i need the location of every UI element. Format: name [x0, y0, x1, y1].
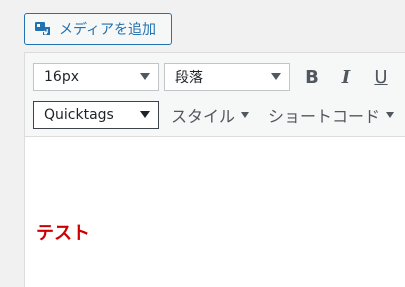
- chevron-down-icon: [241, 112, 250, 118]
- quicktags-select[interactable]: Quicktags: [33, 101, 159, 129]
- underline-button[interactable]: U: [367, 63, 395, 91]
- style-menu[interactable]: スタイル: [171, 101, 250, 129]
- format-value: 段落: [175, 70, 203, 86]
- quicktags-value: Quicktags: [44, 107, 114, 123]
- chevron-down-icon: [140, 73, 150, 80]
- underline-label: U: [374, 66, 388, 88]
- media-icon: [33, 19, 53, 39]
- add-media-label: メディアを追加: [59, 22, 157, 38]
- font-size-value: 16px: [44, 69, 79, 85]
- add-media-button[interactable]: メディアを追加: [24, 13, 172, 45]
- bold-button[interactable]: B: [298, 63, 326, 91]
- font-size-select[interactable]: 16px: [33, 63, 159, 91]
- shortcode-menu[interactable]: ショートコード: [268, 101, 395, 129]
- style-menu-label: スタイル: [171, 107, 236, 126]
- italic-label: I: [341, 66, 351, 88]
- chevron-down-icon: [386, 112, 395, 118]
- content-text: テスト: [36, 223, 90, 244]
- editor-toolbar: 16px 段落 B I U Quicktags スタイル ショートコード: [25, 53, 405, 137]
- bold-label: B: [305, 66, 319, 88]
- chevron-down-icon: [140, 111, 150, 118]
- editor: 16px 段落 B I U Quicktags スタイル ショートコード テスト: [24, 52, 405, 287]
- italic-button[interactable]: I: [332, 63, 360, 91]
- editor-page: メディアを追加 16px 段落 B I U Quicktags スタイル ショー…: [0, 0, 405, 287]
- shortcode-menu-label: ショートコード: [268, 107, 381, 126]
- chevron-down-icon: [271, 73, 281, 80]
- format-select[interactable]: 段落: [164, 63, 290, 91]
- editor-content[interactable]: テスト: [25, 137, 405, 287]
